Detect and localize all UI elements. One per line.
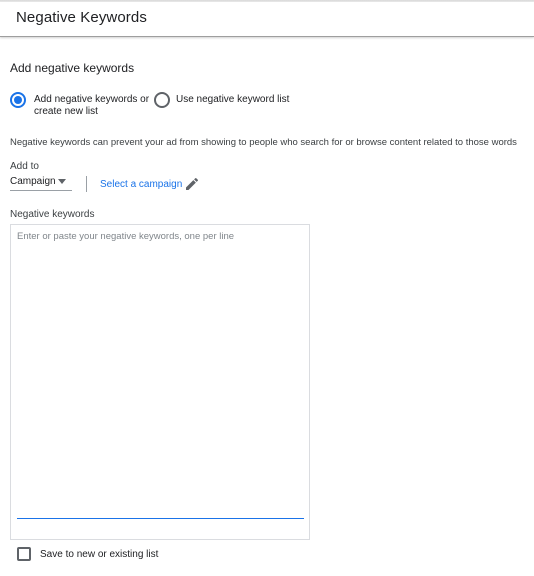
negative-keywords-panel: Negative Keywords Add negative keywords …: [0, 0, 534, 576]
save-to-list-label[interactable]: Save to new or existing list: [40, 549, 158, 560]
vertical-divider: [86, 176, 87, 192]
campaign-select[interactable]: Campaign: [10, 174, 72, 191]
page-title: Negative Keywords: [16, 9, 147, 26]
description-text: Negative keywords can prevent your ad fr…: [10, 137, 517, 148]
negative-keywords-textarea[interactable]: [17, 231, 304, 517]
textarea-focus-underline: [17, 518, 304, 519]
select-campaign-link[interactable]: Select a campaign: [100, 179, 182, 190]
negative-keywords-label: Negative keywords: [10, 209, 95, 220]
radio-add-new-list-label-line2: create new list: [34, 106, 98, 117]
radio-add-new-list-label[interactable]: Add negative keywords or create new list: [34, 94, 149, 118]
radio-use-list[interactable]: [154, 92, 170, 108]
save-to-list-checkbox[interactable]: [17, 547, 31, 561]
chevron-down-icon: [58, 179, 66, 184]
radio-add-new-list[interactable]: [10, 92, 26, 108]
pencil-icon[interactable]: [184, 176, 200, 192]
section-title: Add negative keywords: [10, 61, 135, 75]
negative-keywords-box: [10, 224, 310, 540]
add-to-label: Add to: [10, 161, 39, 172]
panel-header: Negative Keywords: [0, 2, 534, 37]
radio-add-new-list-label-line1: Add negative keywords or: [34, 94, 150, 105]
radio-use-list-label[interactable]: Use negative keyword list: [176, 94, 289, 106]
campaign-select-value: Campaign: [10, 176, 56, 187]
